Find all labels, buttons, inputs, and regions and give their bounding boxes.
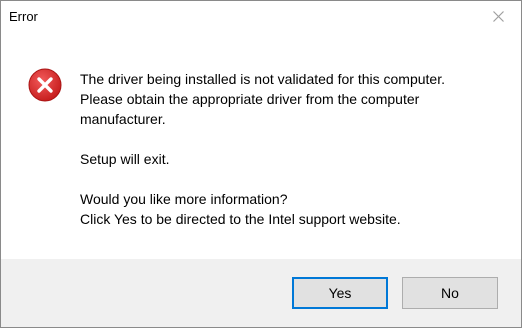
dialog-content: The driver being installed is not valida… (1, 31, 521, 259)
error-dialog: Error The driver being installed is not … (0, 0, 522, 328)
message-line: Please obtain the appropriate driver fro… (80, 91, 420, 107)
yes-button[interactable]: Yes (292, 277, 388, 309)
error-message: The driver being installed is not valida… (80, 69, 510, 229)
error-icon (28, 68, 62, 102)
window-title: Error (9, 9, 38, 24)
message-line: Click Yes to be directed to the Intel su… (80, 211, 401, 227)
close-button[interactable] (475, 1, 521, 31)
close-icon (492, 10, 504, 22)
message-line: Would you like more information? (80, 191, 288, 207)
message-line: Setup will exit. (80, 151, 170, 167)
message-line: manufacturer. (80, 111, 166, 127)
message-line: The driver being installed is not valida… (80, 71, 445, 87)
no-button[interactable]: No (402, 277, 498, 309)
button-bar: Yes No (1, 259, 521, 327)
title-bar[interactable]: Error (1, 1, 521, 31)
